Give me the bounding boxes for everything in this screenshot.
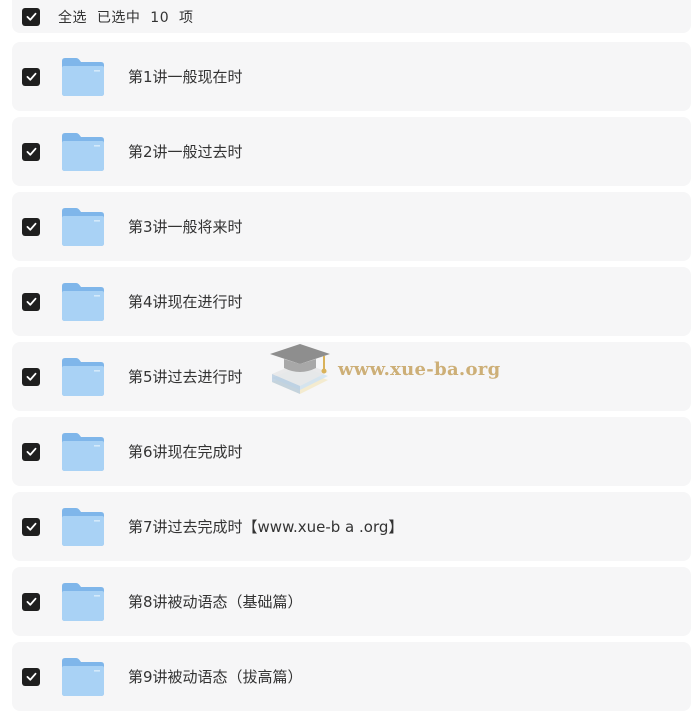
- folder-icon: [62, 357, 104, 396]
- folder-icon: [62, 657, 104, 696]
- list-item[interactable]: 第1讲一般现在时: [12, 42, 691, 111]
- list-item[interactable]: 第3讲一般将来时: [12, 192, 691, 261]
- item-checkbox[interactable]: [22, 667, 40, 686]
- folder-icon: [62, 132, 104, 171]
- checkmark-icon: [26, 222, 36, 231]
- file-name: 第3讲一般将来时: [128, 218, 243, 236]
- file-name: 第4讲现在进行时: [128, 293, 243, 311]
- list-item[interactable]: 第4讲现在进行时: [12, 267, 691, 336]
- file-name: 第5讲过去进行时: [128, 368, 243, 386]
- checkmark-icon: [26, 12, 36, 21]
- item-checkbox[interactable]: [22, 142, 40, 161]
- select-all-label: 全选 已选中 10 项: [58, 9, 194, 26]
- file-name: 第7讲过去完成时【www.xue-b a .org】: [128, 518, 404, 536]
- checkmark-icon: [26, 672, 36, 681]
- select-all-bar: 全选 已选中 10 项: [12, 0, 691, 33]
- checkmark-icon: [26, 597, 36, 606]
- list-item[interactable]: 第9讲被动语态（拔高篇）: [12, 642, 691, 711]
- item-checkbox[interactable]: [22, 517, 40, 536]
- list-item[interactable]: 第2讲一般过去时: [12, 117, 691, 186]
- file-name: 第8讲被动语态（基础篇）: [128, 593, 303, 611]
- list-item[interactable]: 第8讲被动语态（基础篇）: [12, 567, 691, 636]
- item-checkbox[interactable]: [22, 592, 40, 611]
- file-name: 第9讲被动语态（拔高篇）: [128, 668, 303, 686]
- list-item[interactable]: 第5讲过去进行时: [12, 342, 691, 411]
- folder-icon: [62, 57, 104, 96]
- folder-icon: [62, 507, 104, 546]
- folder-icon: [62, 582, 104, 621]
- list-item[interactable]: 第7讲过去完成时【www.xue-b a .org】: [12, 492, 691, 561]
- folder-icon: [62, 282, 104, 321]
- item-checkbox[interactable]: [22, 442, 40, 461]
- file-name: 第6讲现在完成时: [128, 443, 243, 461]
- list-item[interactable]: 第6讲现在完成时: [12, 417, 691, 486]
- checkmark-icon: [26, 522, 36, 531]
- item-checkbox[interactable]: [22, 67, 40, 86]
- folder-icon: [62, 432, 104, 471]
- checkmark-icon: [26, 147, 36, 156]
- checkmark-icon: [26, 297, 36, 306]
- file-name: 第2讲一般过去时: [128, 143, 243, 161]
- file-name: 第1讲一般现在时: [128, 68, 243, 86]
- checkmark-icon: [26, 372, 36, 381]
- item-checkbox[interactable]: [22, 292, 40, 311]
- item-checkbox[interactable]: [22, 367, 40, 386]
- checkmark-icon: [26, 72, 36, 81]
- file-list: 第1讲一般现在时 第2讲一般过去时 第3讲一般将来时 第4讲现在进行时 第5讲过…: [12, 42, 691, 717]
- item-checkbox[interactable]: [22, 217, 40, 236]
- checkmark-icon: [26, 447, 36, 456]
- folder-icon: [62, 207, 104, 246]
- select-all-checkbox[interactable]: [22, 7, 40, 26]
